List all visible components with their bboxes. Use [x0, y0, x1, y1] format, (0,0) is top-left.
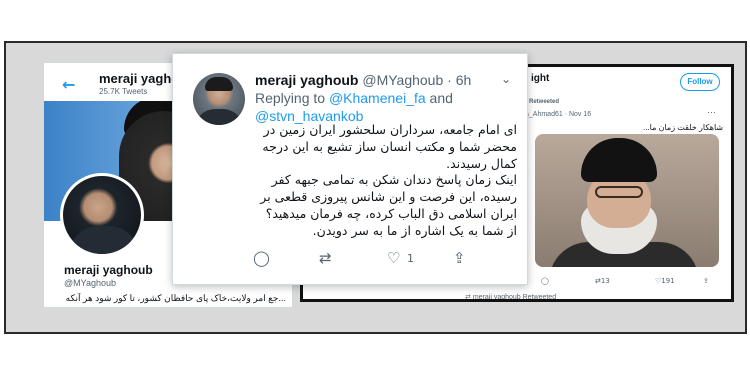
retweet-text: شاهکار خلقت زمان ما...	[643, 123, 724, 132]
reply-icon[interactable]: ◯	[253, 249, 270, 267]
tweet-body-line: ای امام جامعه، سرداران سلحشور ایران زمین…	[263, 122, 517, 137]
profile-tweet-count: 25.7K Tweets	[99, 87, 148, 96]
retweet-footer-icon: ⇄	[465, 294, 473, 301]
share-icon[interactable]: ⇪	[453, 249, 466, 267]
retweet-card-name: ight	[531, 73, 550, 84]
replying-to-line: Replying to @Khamenei_fa and	[255, 90, 453, 106]
avatar-suit-shape	[69, 226, 139, 254]
and-label: and	[429, 90, 453, 106]
retweet-photo[interactable]	[535, 134, 719, 267]
retweet-card-actions: ◯ ⇄ 13 ♡ 191 ⇪	[541, 277, 711, 289]
photo-turban-shape	[581, 138, 657, 182]
tweet-actions: ◯ ⇄ ♡ 1 ⇪	[253, 249, 473, 269]
tweet-card: meraji yaghoub @MYaghoub · 6h ⌄ Replying…	[172, 53, 528, 285]
rt-card-share-icon[interactable]: ⇪	[703, 277, 709, 285]
follow-button[interactable]: Follow	[680, 73, 720, 91]
rt-card-retweet-icon[interactable]: ⇄ 13	[595, 277, 610, 285]
tweet-author-meta: @MYaghoub · 6h	[362, 72, 472, 88]
tweet-body-line: از شما به یک اشاره از ما به سر دویدن.	[312, 222, 517, 238]
more-options-icon[interactable]: ···	[707, 107, 716, 117]
tweet-body-line: اینک زمان پاسخ دندان شکن به تمامی جبهه ک…	[271, 172, 517, 188]
retweet-handle-line: a_Ahmad61 · Nov 16	[525, 111, 592, 118]
tweet-body-line: کمال رسیدند.	[446, 155, 517, 171]
profile-avatar[interactable]	[60, 173, 144, 257]
heart-icon[interactable]: ♡	[387, 249, 400, 267]
retweet-footer: ⇄ meraji yaghoub Retweeted	[465, 293, 557, 301]
rt-card-reply-icon[interactable]: ◯	[541, 277, 549, 285]
profile-display-name: meraji yaghoub	[64, 263, 153, 277]
rt-card-heart-icon[interactable]: ♡ 191	[655, 277, 675, 285]
tweet-author-avatar[interactable]	[193, 73, 245, 125]
photo-glasses-shape	[595, 186, 643, 198]
avatar-hair-shape	[205, 77, 233, 91]
tweet-body: ای امام جامعه، سرداران سلحشور ایران زمین…	[187, 122, 517, 240]
chevron-down-icon[interactable]: ⌄	[501, 72, 511, 86]
rt-card-retweet-count: 13	[600, 277, 610, 285]
tweet-author-line: meraji yaghoub @MYaghoub · 6h	[255, 72, 471, 88]
profile-bio: ...جع امر ولایت،خاک پای حافظان کشور، تا …	[64, 293, 286, 303]
replying-to-label: Replying to	[255, 90, 326, 106]
tweet-body-line: محضر شما و مکتب انسان ساز تشیع به این در…	[262, 138, 517, 154]
retweet-footer-text: meraji yaghoub Retweeted	[472, 294, 557, 301]
tweet-author-name[interactable]: meraji yaghoub	[255, 72, 358, 88]
tweet-body-line: رسیده، این فرصت و این شانس پیروزی قطعی ب…	[260, 189, 517, 205]
mention-link-1[interactable]: @Khamenei_fa	[329, 90, 426, 106]
tweet-body-line: ایران اسلامی دق الباب کرده، چه فرمان مید…	[265, 205, 517, 221]
like-count: 1	[407, 252, 414, 265]
rt-card-like-count: 191	[661, 277, 675, 285]
back-arrow-icon[interactable]: ←	[62, 75, 75, 94]
profile-handle: @MYaghoub	[64, 278, 117, 288]
retweeted-label: Retweeted	[529, 99, 560, 105]
retweet-icon[interactable]: ⇄	[319, 249, 332, 267]
